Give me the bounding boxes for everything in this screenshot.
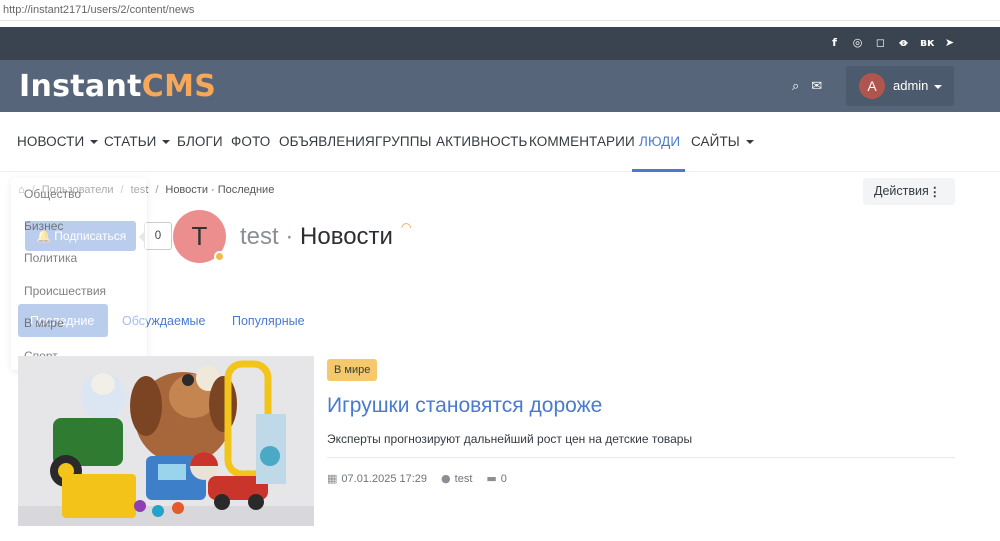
dropdown-item[interactable]: Бизнес bbox=[24, 219, 63, 233]
nav-item-activity[interactable]: АКТИВНОСТЬ bbox=[436, 134, 527, 149]
chevron-down-icon bbox=[90, 140, 99, 145]
telegram-icon[interactable]: ➤ bbox=[943, 36, 956, 49]
nav-item-news[interactable]: НОВОСТИ bbox=[17, 134, 99, 149]
title-user[interactable]: test bbox=[240, 223, 279, 250]
article-meta: ▦ 07.01.2025 17:29 ● test ▬ 0 bbox=[327, 472, 507, 485]
search-icon[interactable]: ⌕ bbox=[792, 79, 799, 94]
calendar-icon: ▦ bbox=[327, 472, 338, 485]
dropdown-item[interactable]: Общество bbox=[24, 187, 81, 201]
chevron-down-icon bbox=[934, 84, 943, 89]
nav-item-blogs[interactable]: БЛОГИ bbox=[177, 134, 223, 149]
top-social-bar: f ◎ ◻ ꝋ вк ➤ bbox=[0, 27, 1000, 60]
active-nav-indicator bbox=[632, 169, 685, 172]
article-image[interactable] bbox=[18, 356, 314, 526]
comments-icon: ▬ bbox=[486, 472, 497, 485]
avatar: A bbox=[859, 73, 885, 99]
rss-icon[interactable]: ◠ bbox=[401, 220, 411, 234]
github-icon[interactable]: ◎ bbox=[851, 36, 864, 49]
article-author[interactable]: test bbox=[455, 473, 473, 485]
actions-button[interactable]: Действия ⋮ bbox=[863, 178, 955, 205]
article-description: Эксперты прогнозируют дальнейший рост це… bbox=[327, 432, 693, 446]
article-comments[interactable]: 0 bbox=[501, 473, 507, 485]
page-title: test · Новости bbox=[240, 223, 393, 250]
tab-popular[interactable]: Популярные bbox=[232, 304, 305, 337]
categories-dropdown: Общество Бизнес Политика Происшествия В … bbox=[11, 178, 147, 370]
facebook-icon[interactable]: f bbox=[828, 36, 841, 49]
main-nav: НОВОСТИ СТАТЬИ БЛОГИ ФОТО ОБЪЯВЛЕНИЯ ГРУ… bbox=[0, 112, 1000, 172]
nav-item-ads[interactable]: ОБЪЯВЛЕНИЯ bbox=[279, 134, 375, 149]
nav-item-sites[interactable]: САЙТЫ bbox=[691, 134, 754, 149]
toys-illustration bbox=[18, 356, 314, 526]
chevron-down-icon bbox=[745, 140, 754, 145]
username: admin bbox=[893, 78, 929, 93]
category-badge[interactable]: В мире bbox=[327, 359, 378, 381]
nav-item-people[interactable]: ЛЮДИ bbox=[639, 134, 680, 149]
title-section: Новости bbox=[300, 223, 393, 250]
nav-item-groups[interactable]: ГРУППЫ bbox=[375, 134, 432, 149]
dropdown-item[interactable]: Происшествия bbox=[24, 284, 106, 298]
chevron-down-icon bbox=[162, 140, 171, 145]
dropdown-item[interactable]: В мире bbox=[24, 316, 64, 330]
user-icon: ● bbox=[441, 472, 451, 485]
user-menu[interactable]: A admin bbox=[846, 66, 954, 106]
instagram-icon[interactable]: ◻ bbox=[874, 36, 887, 49]
odnoklassniki-icon[interactable]: ꝋ bbox=[897, 36, 910, 49]
nav-item-photo[interactable]: ФОТО bbox=[231, 134, 270, 149]
nav-item-comments[interactable]: КОММЕНТАРИИ bbox=[529, 134, 635, 149]
mail-icon[interactable]: ✉ bbox=[811, 79, 822, 94]
nav-item-articles[interactable]: СТАТЬИ bbox=[104, 134, 171, 149]
site-logo[interactable]: InstantCMS bbox=[19, 69, 216, 104]
article-title[interactable]: Игрушки становятся дороже bbox=[327, 394, 602, 418]
url-text: http://instant2171/users/2/content/news bbox=[3, 4, 195, 16]
more-vertical-icon: ⋮ bbox=[928, 185, 942, 199]
divider bbox=[327, 457, 955, 458]
vk-icon[interactable]: вк bbox=[920, 36, 934, 49]
breadcrumb-current: Новости · Последние bbox=[165, 184, 275, 196]
status-indicator bbox=[214, 251, 225, 262]
browser-url-bar[interactable]: http://instant2171/users/2/content/news bbox=[0, 0, 1000, 21]
subscribers-count: 0 bbox=[139, 222, 172, 250]
site-header: InstantCMS ⌕ ✉ A admin bbox=[0, 60, 1000, 112]
article-date: 07.01.2025 17:29 bbox=[341, 473, 428, 485]
dropdown-item[interactable]: Политика bbox=[24, 251, 77, 265]
